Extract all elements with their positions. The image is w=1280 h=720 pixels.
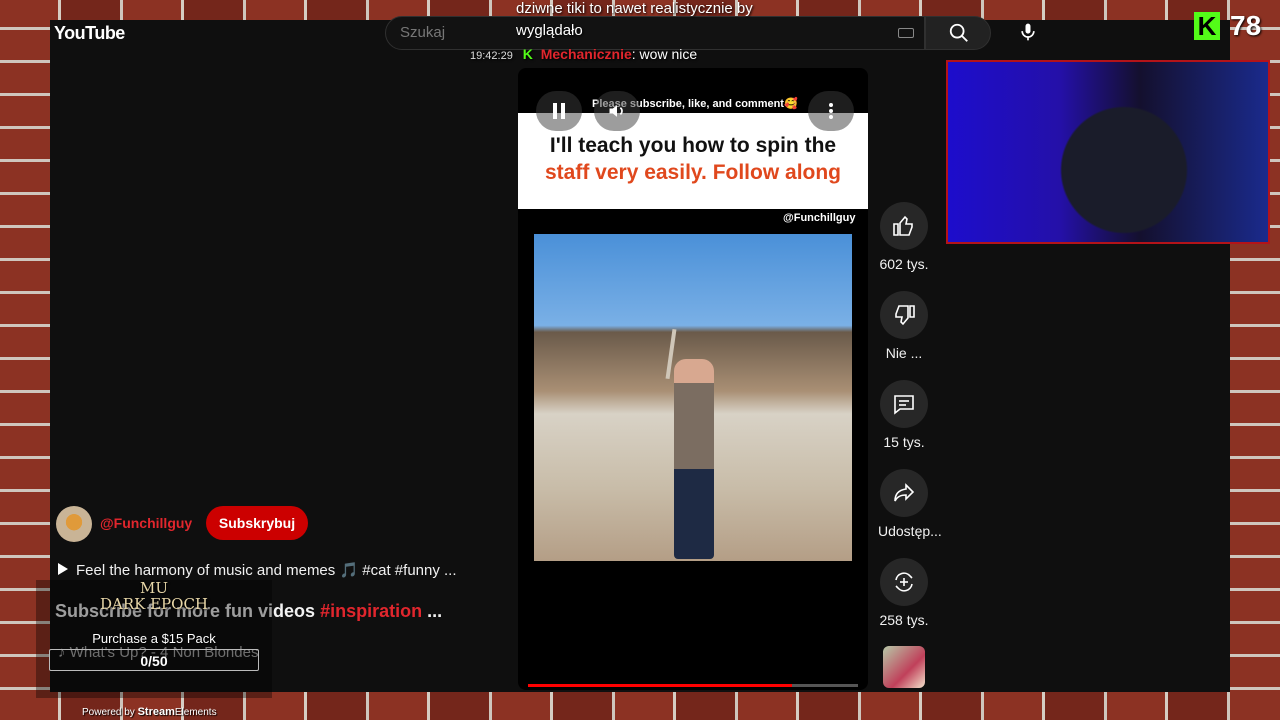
description-text: Feel the harmony of music and memes 🎵 #c… <box>76 562 457 579</box>
goal-count: 0/50 <box>140 653 168 669</box>
goal-title: Purchase a $15 Pack <box>92 631 216 646</box>
youtube-logo[interactable]: YouTube <box>54 23 125 44</box>
pause-icon <box>553 103 565 119</box>
logo-line-1: MU <box>139 579 168 597</box>
mic-icon <box>1021 23 1035 41</box>
viewer-count: 78 <box>1230 10 1262 41</box>
like-action[interactable]: 602 tys. <box>878 202 930 272</box>
search-input[interactable]: Szukaj <box>385 16 925 50</box>
video-watermark: @Funchillguy <box>783 212 856 224</box>
dislike-button[interactable] <box>880 291 928 339</box>
overlay-message-line1: dziwne tiki to nawet realistycznie by <box>516 0 753 17</box>
thumbs-up-icon <box>893 215 913 236</box>
mu-dark-epoch-logo: MU DARK EPOCH <box>98 580 210 612</box>
voice-search-button[interactable] <box>1008 16 1048 50</box>
short-video-player[interactable]: I'll teach you how to spin the staff ver… <box>518 68 868 690</box>
kick-viewer-counter: K 78 <box>1194 10 1261 42</box>
remix-action[interactable]: 258 tys. <box>878 558 930 628</box>
volume-button[interactable] <box>594 91 640 131</box>
dislike-label: Nie ... <box>885 345 923 361</box>
share-button[interactable] <box>880 469 928 517</box>
footer-brand-elements: Elements <box>174 707 217 718</box>
overlay-message-line2: wyglądało <box>516 22 583 39</box>
more-vertical-icon <box>829 103 833 119</box>
chat-timestamp: 19:42:29 <box>470 50 513 62</box>
expand-play-icon <box>58 563 68 575</box>
caption-line-1: I'll teach you how to spin the <box>549 134 837 157</box>
remix-button[interactable] <box>880 558 928 606</box>
channel-name[interactable]: @Funchillguy <box>100 515 192 531</box>
subscribe-button[interactable]: Subskrybuj <box>206 506 308 540</box>
kick-chat-badge-icon: K <box>522 46 533 62</box>
comment-button[interactable] <box>880 380 928 428</box>
sound-thumbnail[interactable] <box>883 646 925 688</box>
description-line[interactable]: Feel the harmony of music and memes 🎵 #c… <box>58 561 457 579</box>
keyboard-icon[interactable] <box>898 28 914 38</box>
remix-count: 258 tys. <box>879 612 929 628</box>
comment-count: 15 tys. <box>883 434 925 450</box>
webcam-feed <box>946 60 1270 244</box>
like-count: 602 tys. <box>879 256 929 272</box>
video-frame <box>534 234 852 561</box>
footer-brand-stream: Stream <box>137 706 175 718</box>
search-icon <box>949 23 968 42</box>
chat-message: 19:42:29 K Mechanicznie: wow nice <box>470 46 697 62</box>
share-action[interactable]: Udostęp... <box>878 469 942 539</box>
title-ellipsis: ... <box>427 601 443 621</box>
share-label: Udostęp... <box>878 523 942 539</box>
title-hashtag[interactable]: #inspiration <box>320 601 422 621</box>
remix-icon <box>895 572 913 592</box>
logo-line-2: DARK EPOCH <box>99 595 209 613</box>
comment-action[interactable]: 15 tys. <box>878 380 930 450</box>
thumbs-down-icon <box>895 305 915 326</box>
caption-line-2: staff very easily. Follow along <box>544 161 842 184</box>
comment-icon <box>894 395 914 415</box>
footer-prefix: Powered by <box>82 707 135 718</box>
dislike-action[interactable]: Nie ... <box>878 291 930 361</box>
volume-icon <box>609 105 623 117</box>
share-icon <box>894 483 915 502</box>
streamelements-footer: Powered by StreamElements <box>82 706 217 718</box>
kick-logo-icon: K <box>1194 12 1220 40</box>
chat-text: : wow nice <box>631 46 698 62</box>
pause-button[interactable] <box>536 91 582 131</box>
more-options-button[interactable] <box>808 91 854 131</box>
search-placeholder: Szukaj <box>400 24 446 41</box>
person-figure <box>674 359 714 559</box>
streamelements-goal-widget: MU DARK EPOCH Purchase a $15 Pack 0/50 <box>36 580 272 698</box>
video-progress-fill <box>528 684 792 687</box>
video-progress-bar[interactable] <box>528 684 858 687</box>
channel-avatar[interactable] <box>56 506 92 542</box>
chat-username: Mechanicznie <box>540 46 632 62</box>
search-button[interactable] <box>925 16 991 50</box>
like-button[interactable] <box>880 202 928 250</box>
